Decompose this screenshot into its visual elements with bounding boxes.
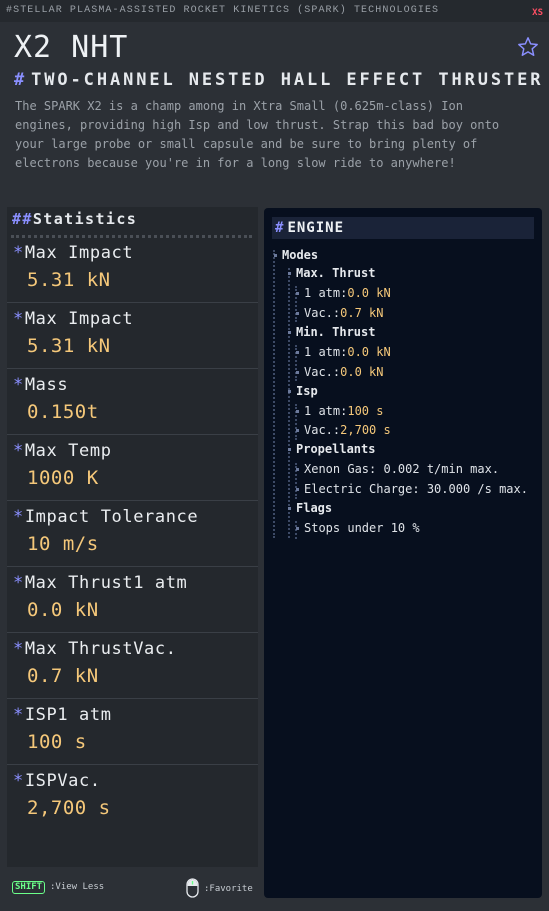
stat-label-text: Max ThrustVac. <box>24 639 177 659</box>
min-thrust-label: Min. Thrust <box>288 325 375 339</box>
stat-label-text: Mass <box>24 375 69 395</box>
min-thrust-vac-row: Vac.:0.0 kN <box>296 365 384 379</box>
shift-action-label: :View Less <box>50 882 105 892</box>
stat-bullet: * <box>13 507 24 527</box>
part-title: X2 NHT <box>14 30 129 65</box>
stat-label: *ISP1 atm <box>13 705 112 725</box>
propellant-row: Xenon Gas: 0.002 t/min max. <box>296 462 499 476</box>
top-bar: #STELLAR PLASMA-ASSISTED ROCKET KINETICS… <box>0 0 549 22</box>
stat-bullet: * <box>13 771 24 791</box>
stat-row: *Impact Tolerance 10 m/s <box>7 501 258 567</box>
stat-label-text: Max Impact <box>24 243 134 263</box>
stat-row: *Max Impact 5.31 kN <box>7 303 258 369</box>
favorite-action-label: :Favorite <box>204 884 253 894</box>
subtitle-hash: # <box>14 70 28 90</box>
min-thrust-atm-row: 1 atm:0.0 kN <box>296 345 391 359</box>
engine-modes-label: Modes <box>274 248 318 262</box>
stat-label: *Max Thrust1 atm <box>13 573 187 593</box>
stat-value: 5.31 kN <box>27 335 111 357</box>
propellants-label: Propellants <box>288 442 375 456</box>
stat-value: 5.31 kN <box>27 269 111 291</box>
stat-label-text: ISPVac. <box>24 771 101 791</box>
statistics-panel: ##Statistics *Max Impact 5.31 kN *Max Impa… <box>7 207 258 867</box>
stat-label: *Max Impact <box>13 243 133 263</box>
stat-bullet: * <box>13 705 24 725</box>
engine-panel: # ENGINE Modes Max. Thrust 1 atm:0.0 kN V… <box>264 208 542 898</box>
flags-label: Flags <box>288 501 332 515</box>
isp-vac-row: Vac.:2,700 s <box>296 423 391 437</box>
stat-label: *Max ThrustVac. <box>13 639 177 659</box>
stat-bullet: * <box>13 375 24 395</box>
stat-row: *Max Impact 5.31 kN <box>7 237 258 303</box>
isp-label: Isp <box>288 384 318 398</box>
isp-atm-row: 1 atm:100 s <box>296 404 383 418</box>
stat-bullet: * <box>13 573 24 593</box>
stat-bullet: * <box>13 639 24 659</box>
stat-label: *Max Impact <box>13 309 133 329</box>
engine-header-label: ENGINE <box>287 220 345 236</box>
max-thrust-atm-row: 1 atm:0.0 kN <box>296 286 391 300</box>
part-description: The SPARK X2 is a champ among in Xtra Sm… <box>15 99 500 170</box>
stat-bullet: * <box>13 441 24 461</box>
stat-value: 0.7 kN <box>27 665 99 687</box>
stat-label-text: Impact Tolerance <box>24 507 199 527</box>
shift-key-badge[interactable]: SHIFT <box>12 881 46 894</box>
max-thrust-label: Max. Thrust <box>288 266 375 280</box>
part-subtitle: # TWO-CHANNEL NESTED HALL EFFECT THRUSTER <box>14 70 543 90</box>
stat-value: 0.0 kN <box>27 599 99 621</box>
stat-label: *Mass <box>13 375 68 395</box>
propellant-row: Electric Charge: 30.000 /s max. <box>296 482 528 496</box>
stat-value: 0.150t <box>27 401 99 423</box>
subtitle-text: TWO-CHANNEL NESTED HALL EFFECT THRUSTER <box>31 70 544 90</box>
max-thrust-vac-row: Vac.:0.7 kN <box>296 306 384 320</box>
stat-row: *ISP1 atm 100 s <box>7 699 258 765</box>
tree-guide <box>273 250 275 538</box>
size-tag: XS <box>532 8 543 18</box>
stat-label-text: Max Temp <box>24 441 112 461</box>
stat-label-text: Max Thrust1 atm <box>24 573 188 593</box>
stat-row: *Max ThrustVac. 0.7 kN <box>7 633 258 699</box>
stat-row: *Max Thrust1 atm 0.0 kN <box>7 567 258 633</box>
statistics-header-hashes: ## <box>12 210 33 228</box>
mouse-icon <box>186 878 199 898</box>
stat-value: 1000 K <box>27 467 99 489</box>
tree-guide <box>288 268 290 538</box>
stat-bullet: * <box>13 309 24 329</box>
stat-label-text: Max Impact <box>24 309 134 329</box>
stat-value: 10 m/s <box>27 533 99 555</box>
stat-row: *Max Temp 1000 K <box>7 435 258 501</box>
stat-value: 100 s <box>27 731 87 753</box>
stat-label: *Impact Tolerance <box>13 507 198 527</box>
statistics-header-label: Statistics <box>32 210 138 228</box>
engine-header: # ENGINE <box>272 217 534 239</box>
stat-bullet: * <box>13 243 24 263</box>
stat-label: *Max Temp <box>13 441 112 461</box>
stat-label-text: ISP1 atm <box>24 705 112 725</box>
engine-header-hash: # <box>275 220 285 236</box>
stat-row: *Mass 0.150t <box>7 369 258 435</box>
stat-value: 2,700 s <box>27 797 111 819</box>
stat-label: *ISPVac. <box>13 771 101 791</box>
flag-row: Stops under 10 % <box>296 521 420 535</box>
stat-row: *ISPVac. 2,700 s <box>7 765 258 831</box>
statistics-header: ##Statistics <box>12 210 137 228</box>
manufacturer-label: #STELLAR PLASMA-ASSISTED ROCKET KINETICS… <box>6 5 440 16</box>
star-outline-icon[interactable] <box>517 36 539 58</box>
